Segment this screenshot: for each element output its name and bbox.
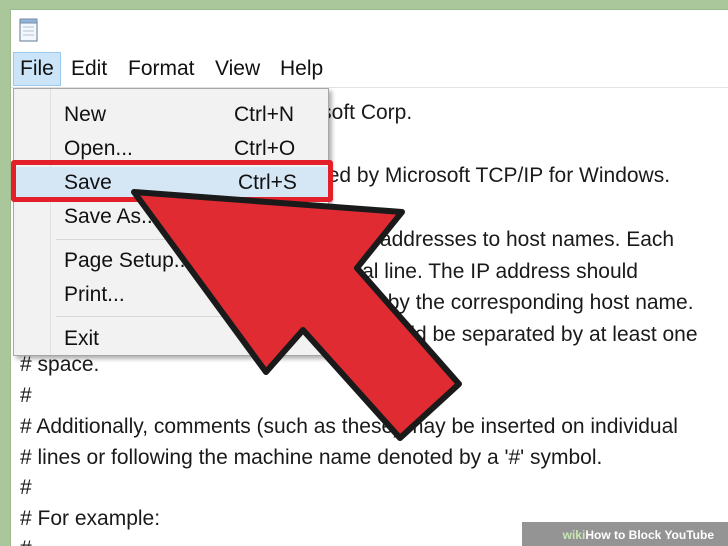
watermark-prefix: wiki — [562, 528, 586, 542]
watermark-banner: wikiHow to Block YouTube — [522, 522, 728, 546]
watermark-title: How to Block YouTube — [585, 528, 714, 542]
watermark-text: wikiHow to Block YouTube — [563, 528, 714, 542]
red-arrow-annotation — [131, 189, 462, 441]
